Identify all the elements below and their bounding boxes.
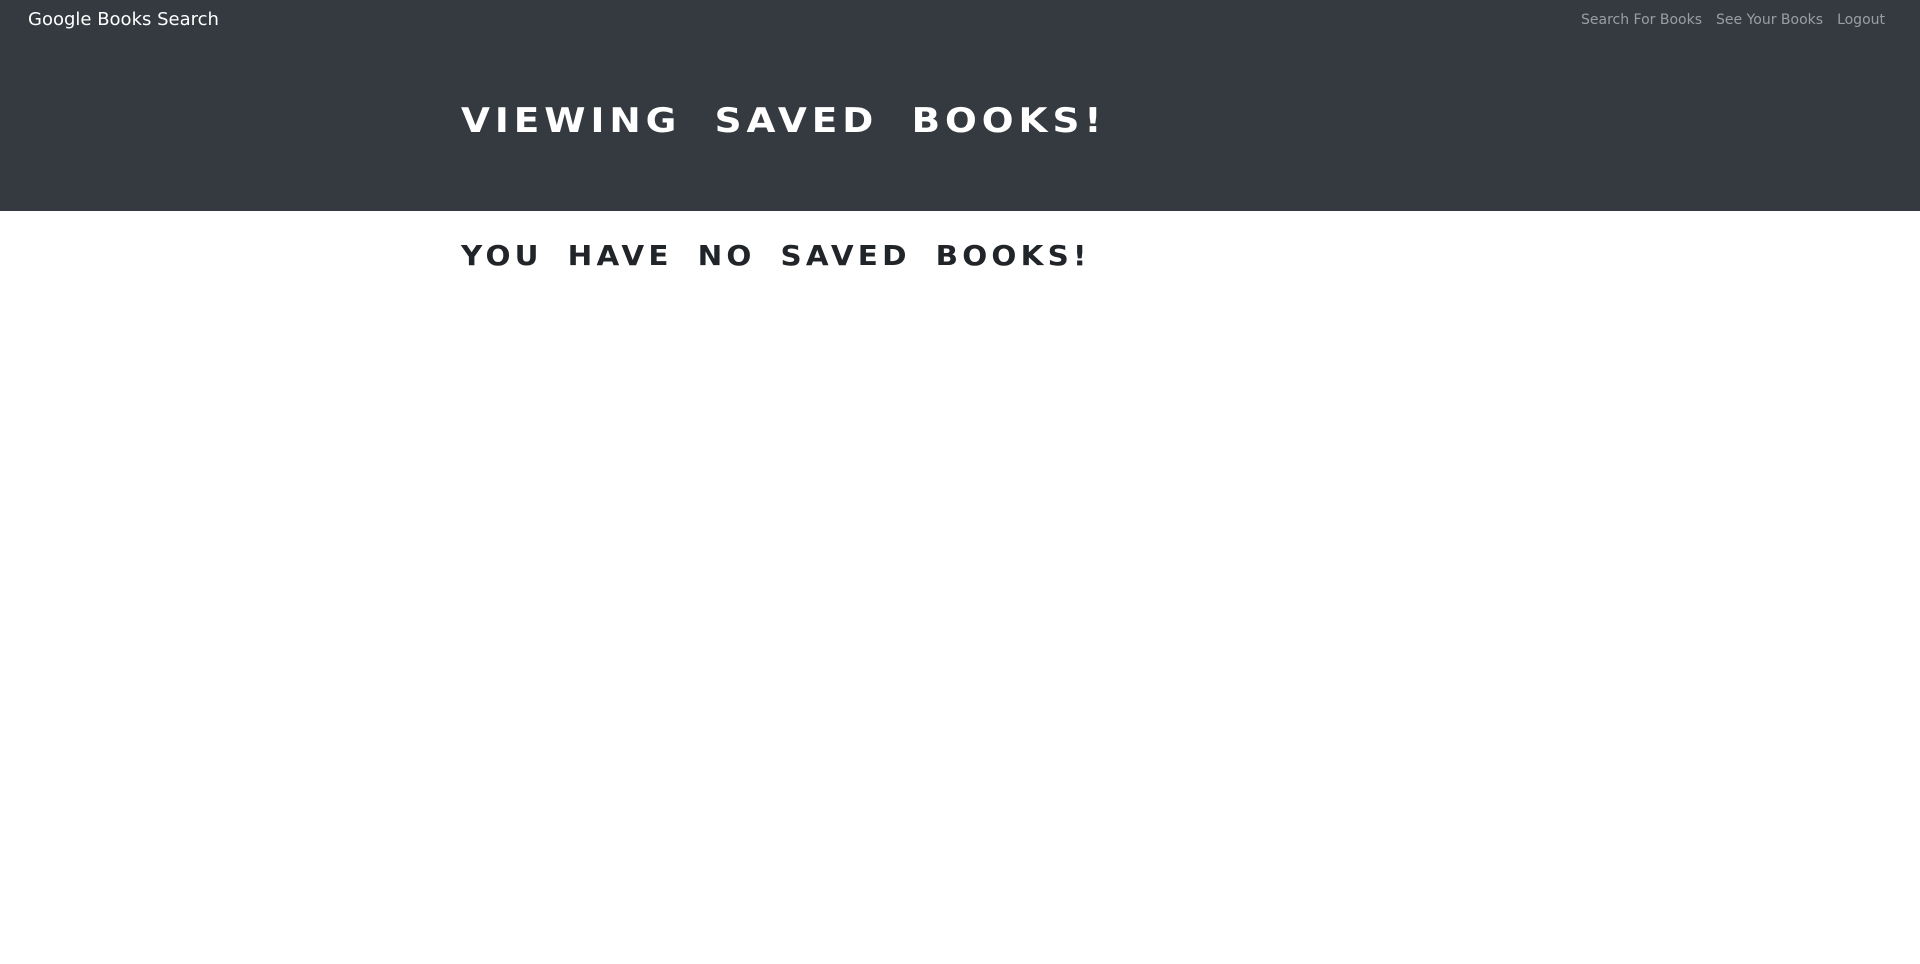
brand-link[interactable]: Google Books Search [28,9,219,30]
page-title: Viewing saved books! [461,101,1107,141]
jumbotron: Viewing saved books! [0,40,1920,211]
empty-state-message: You have no saved books! [461,239,1091,272]
navbar: Google Books Search Search For Books See… [0,0,1920,40]
nav-link-logout[interactable]: Logout [1837,12,1885,28]
nav-link-search-books[interactable]: Search For Books [1581,12,1702,28]
nav-links: Search For Books See Your Books Logout [1581,12,1885,28]
nav-link-see-your-books[interactable]: See Your Books [1716,12,1823,28]
